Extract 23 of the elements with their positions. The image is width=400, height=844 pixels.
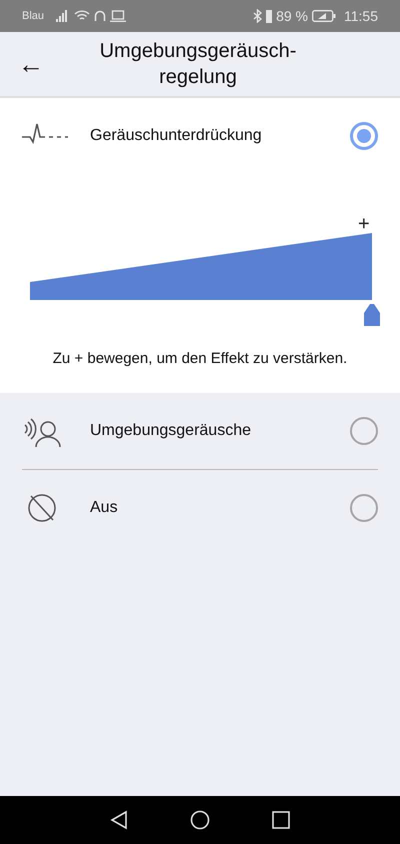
back-nav-icon (110, 810, 128, 830)
page-title: Umgebungsgeräusch- regelung (98, 39, 298, 90)
recents-nav-icon (272, 811, 290, 829)
headphones-icon (94, 10, 106, 22)
radio-button[interactable] (350, 122, 378, 150)
plus-label: + (358, 214, 370, 234)
battery-icon (312, 10, 336, 22)
wifi-icon (74, 10, 90, 22)
carrier-name: Blau (22, 8, 44, 24)
home-nav-icon (190, 810, 210, 830)
back-button[interactable]: ← (18, 51, 44, 77)
slider-thumb[interactable] (364, 304, 380, 326)
battery-level-icon (266, 9, 272, 23)
bluetooth-icon (253, 9, 262, 23)
laptop-icon (110, 10, 126, 22)
clock-time: 11:55 (344, 6, 378, 26)
radio-button[interactable] (350, 494, 378, 522)
option-label: Geräuschunterdrückung (90, 126, 263, 146)
option-label: Umgebungsgeräusche (90, 420, 252, 440)
hint-text: Zu + bewegen, um den Effekt zu verstärken. (52, 349, 348, 369)
radio-button[interactable] (350, 416, 378, 444)
option-label: Aus (90, 498, 119, 518)
battery-percent: 89 % (276, 6, 308, 26)
